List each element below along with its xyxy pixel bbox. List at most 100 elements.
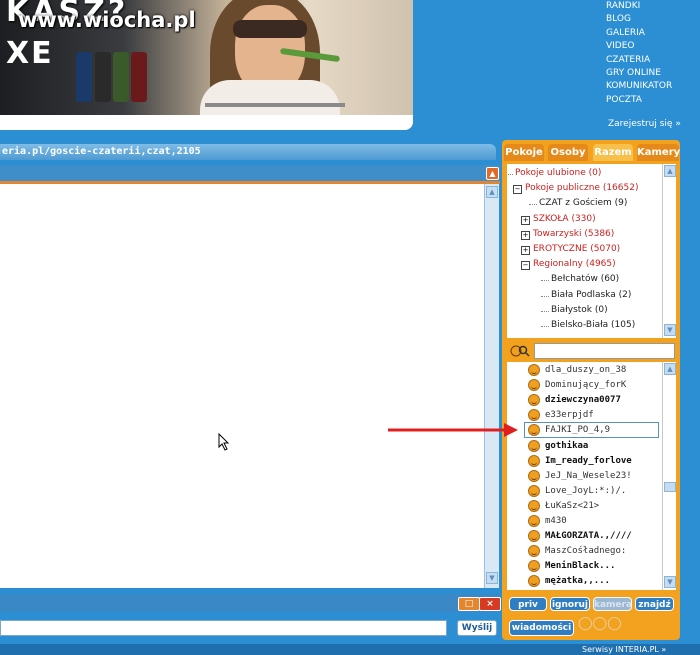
menu-item-blog[interactable]: BLOG	[606, 13, 700, 26]
menu-item-poczta[interactable]: POCZTA	[606, 94, 700, 107]
product-can	[76, 52, 92, 102]
expand-icon[interactable]: +	[521, 215, 530, 225]
scroll-down-icon[interactable]: ▼	[664, 576, 676, 588]
room-tree-item[interactable]: Białystok (0)	[541, 304, 608, 315]
scroll-down-icon[interactable]: ▼	[486, 572, 498, 584]
tab-kamery[interactable]: Kamery	[637, 144, 680, 161]
user-name: dla_duszy_on_38	[545, 365, 627, 375]
user-list-item[interactable]: JeJ_Na_Wesele23!	[507, 469, 662, 484]
ad-model-sunglasses	[233, 20, 307, 38]
scroll-up-icon[interactable]: ▲	[664, 363, 676, 375]
user-name: Dominujący_forK	[545, 380, 627, 391]
top-banner[interactable]: KASZ? XE www.wiocha.pl	[0, 0, 413, 130]
top-menu: RANDKI BLOG GALERIA VIDEO CZATERIA GRY O…	[606, 0, 700, 107]
user-status-smiley-icon	[528, 515, 540, 527]
ignore-button[interactable]: ignoruj	[550, 597, 590, 611]
red-arrow-icon	[388, 423, 518, 437]
room-tree-item[interactable]: − Pokoje publiczne (16652)	[513, 183, 639, 195]
room-tree-label: Pokoje publiczne (16652)	[525, 183, 639, 194]
room-tree-item[interactable]: + Towarzyski (5386)	[521, 229, 614, 240]
room-tree-item[interactable]: + SZKOŁA (330)	[521, 214, 596, 225]
messages-button[interactable]: wiadomości	[509, 620, 574, 636]
scroll-down-icon[interactable]: ▼	[664, 324, 676, 336]
send-button[interactable]: Wyślij	[457, 620, 497, 636]
user-name: gothikaa	[545, 440, 589, 451]
restore-button[interactable]: □	[458, 597, 480, 611]
scroll-up-icon[interactable]: ▲	[664, 165, 676, 177]
message-input[interactable]	[0, 620, 447, 636]
user-list-item[interactable]: ŁuKaSz<21>	[507, 499, 662, 514]
room-tree-item[interactable]: CZAT z Gościem (9)	[529, 198, 628, 209]
search-icon[interactable]	[509, 344, 531, 358]
menu-item-randki[interactable]: RANDKI	[606, 0, 700, 13]
expand-icon[interactable]: +	[521, 246, 530, 255]
user-name: Im_ready_forlove	[545, 455, 632, 466]
user-list-item[interactable]: gothikaa	[507, 439, 662, 454]
menu-item-czateria[interactable]: CZATERIA	[606, 54, 700, 67]
expand-icon[interactable]: +	[521, 230, 530, 240]
menu-item-komunikator[interactable]: KOMUNIKATOR	[606, 80, 700, 93]
user-name: MeninBlack...	[545, 561, 616, 572]
user-name: mężatka,,...	[545, 576, 611, 587]
close-button[interactable]: ×	[479, 597, 501, 611]
mouse-cursor-icon	[218, 433, 230, 451]
tree-connector	[541, 310, 549, 312]
user-list-item[interactable]: Im_ready_forlove	[507, 454, 662, 469]
room-tree: Pokoje ulubione (0) − Pokoje publiczne (16…	[507, 164, 662, 338]
room-tree-label: Biała Podlaska (2)	[551, 289, 632, 300]
room-tree-item[interactable]: Bielsko-Biała (105)	[541, 320, 636, 330]
user-status-smiley-icon	[528, 394, 540, 407]
user-list-item[interactable]: mężatka,,...	[507, 574, 662, 589]
room-tree-item[interactable]: Biała Podlaska (2)	[541, 289, 632, 300]
tree-connector	[541, 280, 549, 282]
user-list-item[interactable]: MAŁGORZATA.,////	[507, 529, 662, 544]
scroll-up-icon[interactable]: ▲	[486, 186, 498, 198]
product-can	[113, 52, 129, 102]
scroll-thumb[interactable]	[664, 482, 676, 492]
user-list-item[interactable]: dla_duszy_on_38	[507, 363, 662, 378]
tab-osoby[interactable]: Osoby	[548, 144, 588, 161]
register-link[interactable]: Zarejestruj się »	[608, 119, 681, 129]
user-list-item[interactable]: m430	[507, 514, 662, 529]
collapse-icon[interactable]: −	[513, 185, 522, 195]
tree-connector	[541, 326, 549, 327]
menu-item-galeria[interactable]: GALERIA	[606, 27, 700, 40]
room-tree-label: Regionalny (4965)	[533, 259, 616, 270]
menu-item-video[interactable]: VIDEO	[606, 40, 700, 53]
chat-message-area[interactable]	[0, 184, 484, 588]
room-tree-item[interactable]: Bełchatów (60)	[541, 274, 620, 285]
room-tree-label: Białystok (0)	[551, 304, 608, 315]
collapse-icon[interactable]: −	[521, 261, 530, 271]
user-name: MaszCośładnego:	[545, 546, 627, 557]
priv-button[interactable]: priv	[509, 597, 547, 611]
user-status-smiley-icon	[528, 484, 540, 497]
user-list: dla_duszy_on_38 Dominujący_forK dziewczyna…	[507, 362, 662, 590]
find-button[interactable]: znajdź	[635, 597, 674, 611]
user-list-item[interactable]: MeninBlack...	[507, 559, 662, 574]
room-tree-label: CZAT z Gościem (9)	[539, 198, 628, 209]
room-tree-label: EROTYCZNE (5070)	[533, 244, 621, 254]
camera-button[interactable]: kamera	[593, 597, 632, 611]
room-tree-label: Bełchatów (60)	[551, 274, 620, 285]
user-status-smiley-icon	[528, 454, 540, 467]
product-can	[131, 52, 147, 102]
room-tree-scrollbar[interactable]: ▲ ▼	[662, 164, 676, 338]
user-list-item[interactable]: dziewczyna0077	[507, 393, 662, 408]
user-search-input[interactable]	[534, 343, 675, 359]
menu-item-gry-online[interactable]: GRY ONLINE	[606, 67, 700, 80]
tab-razem[interactable]: Razem	[593, 144, 633, 161]
user-list-item[interactable]: Love_JoyL:*:)/.	[507, 484, 662, 499]
chat-scrollbar[interactable]: ▲ ▼	[484, 184, 499, 588]
user-list-scrollbar[interactable]: ▲ ▼	[662, 362, 676, 590]
footer-services-link[interactable]: Serwisy INTERIA.PL »	[582, 645, 666, 654]
room-tree-item[interactable]: Pokoje ulubione (0)	[507, 168, 601, 178]
user-list-item[interactable]: Dominujący_forK	[507, 378, 662, 393]
room-close-icon[interactable]: ▲	[486, 167, 499, 180]
tab-pokoje[interactable]: Pokoje	[504, 144, 544, 161]
user-status-smiley-icon	[528, 469, 540, 482]
room-tree-item[interactable]: + EROTYCZNE (5070)	[521, 244, 621, 255]
room-tree-label: Bielsko-Biała (105)	[551, 320, 636, 330]
user-list-item[interactable]: MaszCośładnego:	[507, 544, 662, 559]
ad-brand-logo: XE	[6, 36, 54, 71]
room-tree-item[interactable]: − Regionalny (4965)	[521, 259, 616, 271]
